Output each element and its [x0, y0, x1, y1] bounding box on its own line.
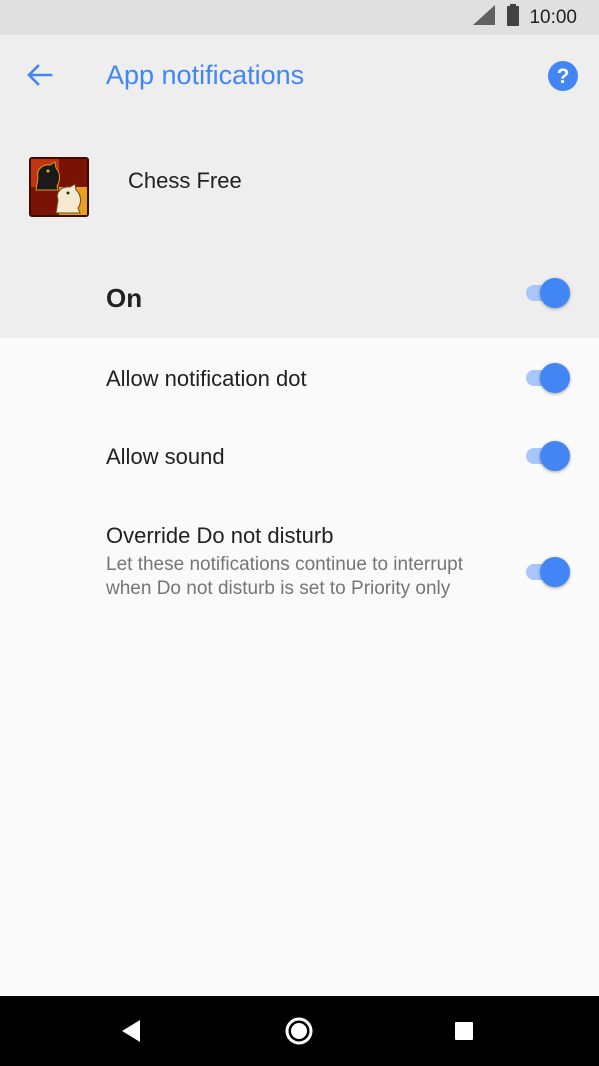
battery-icon	[507, 3, 520, 32]
setting-row-notification-dot[interactable]: Allow notification dot	[0, 338, 599, 418]
page-title: App notifications	[106, 60, 305, 90]
override-dnd-switch[interactable]	[524, 556, 572, 588]
status-time: 10:00	[529, 6, 577, 28]
setting-label: Allow notification dot	[106, 366, 307, 391]
setting-row-sound[interactable]: Allow sound	[0, 418, 599, 496]
notification-dot-switch[interactable]	[524, 362, 572, 394]
main-toggle-switch[interactable]	[524, 277, 572, 309]
app-name: Chess Free	[128, 168, 242, 193]
chess-knight-icon	[28, 156, 90, 218]
setting-summary: Let these notifications continue to inte…	[106, 554, 464, 599]
home-circle-icon	[284, 1017, 314, 1050]
sound-switch[interactable]	[524, 440, 572, 472]
switch-thumb	[540, 278, 570, 308]
back-triangle-icon	[118, 1020, 144, 1048]
setting-label: Allow sound	[106, 444, 225, 469]
switch-thumb	[540, 363, 570, 393]
app-bar: App notifications ?	[0, 35, 599, 118]
recents-square-icon	[453, 1022, 475, 1046]
nav-back-button[interactable]	[118, 1018, 144, 1049]
help-icon: ?	[546, 61, 580, 97]
status-bar: 10:00	[0, 0, 599, 35]
back-button[interactable]	[22, 59, 58, 95]
nav-home-button[interactable]	[284, 1016, 314, 1051]
setting-row-override-dnd[interactable]: Override Do not disturb Let these notifi…	[0, 496, 599, 646]
app-header: Chess Free	[0, 118, 599, 248]
main-toggle-label: On	[106, 283, 143, 313]
help-button[interactable]: ?	[546, 59, 580, 93]
main-toggle-row[interactable]: On	[0, 248, 599, 338]
switch-thumb	[540, 441, 570, 471]
switch-thumb	[540, 557, 570, 587]
svg-text:?: ?	[557, 65, 570, 88]
signal-icon	[473, 4, 496, 31]
setting-label: Override Do not disturb	[106, 523, 334, 548]
navigation-bar	[0, 996, 599, 1066]
nav-recents-button[interactable]	[453, 1020, 475, 1047]
arrow-back-icon	[27, 63, 53, 91]
